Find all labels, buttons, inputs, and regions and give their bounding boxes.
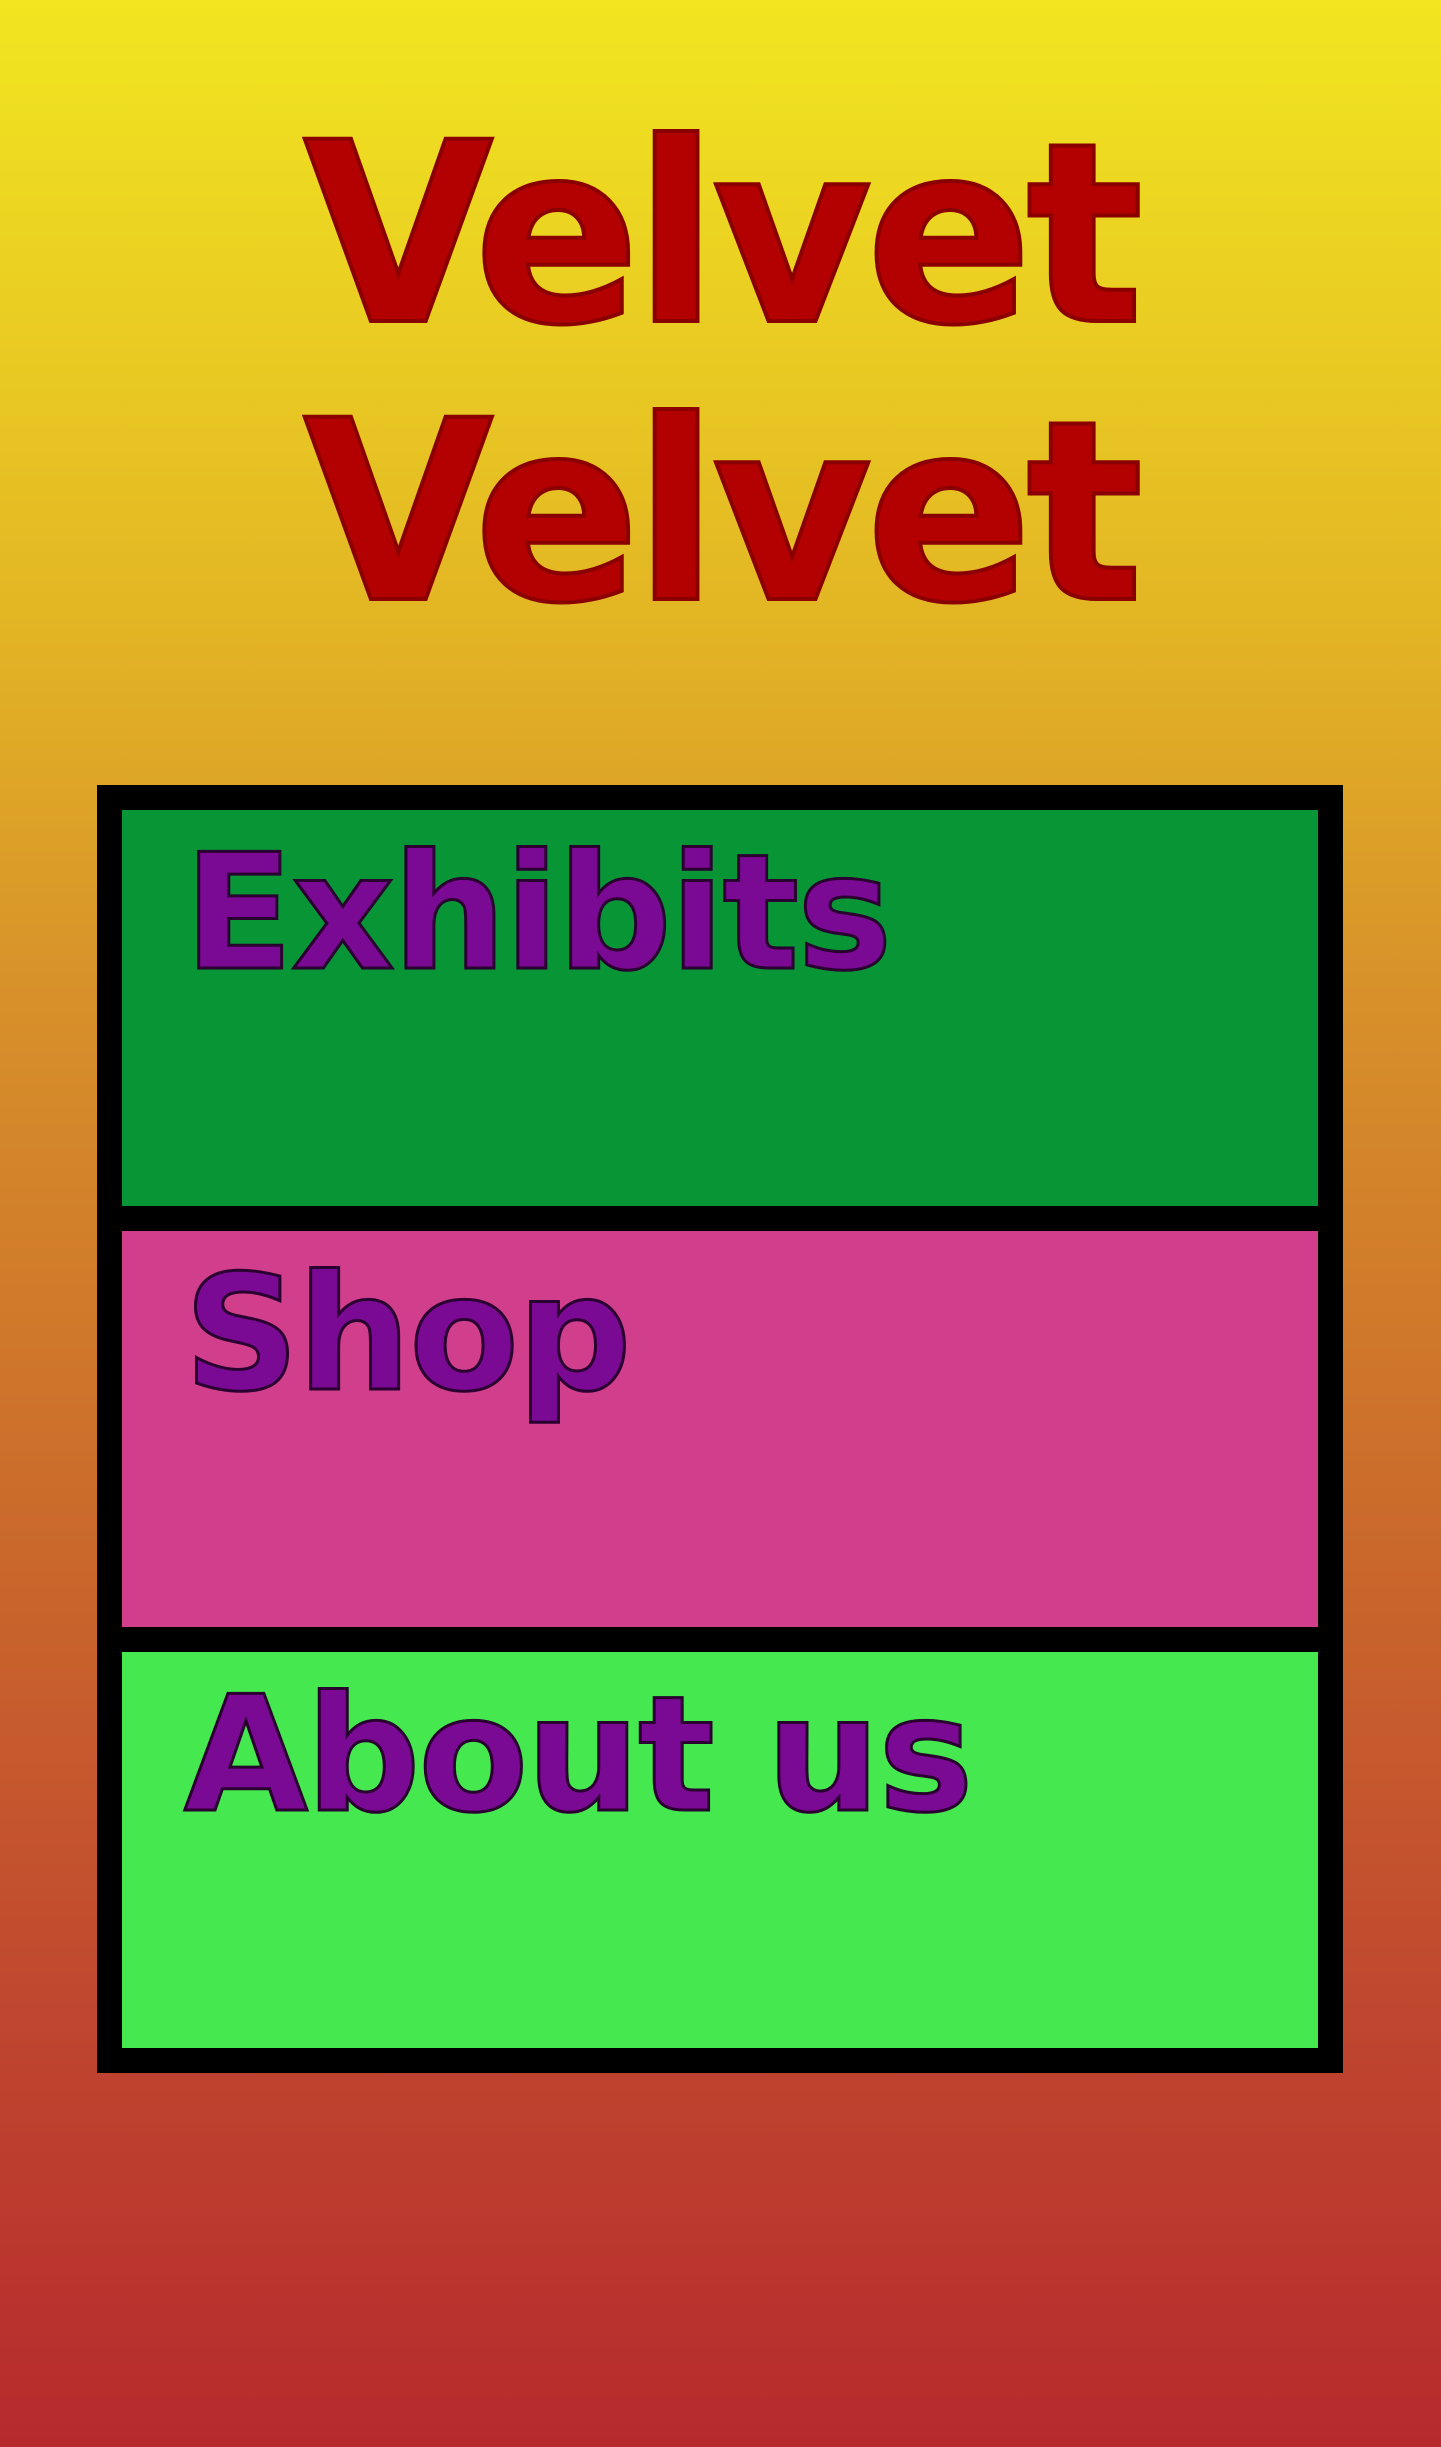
menu-item-label: About us xyxy=(183,1660,976,1850)
main-menu: Exhibits Shop About us xyxy=(97,785,1343,2073)
menu-item-label: Shop xyxy=(183,1239,634,1429)
menu-item-shop[interactable]: Shop xyxy=(97,1206,1343,1652)
menu-item-label: Exhibits xyxy=(182,818,893,1008)
site-title-line-1: Velvet xyxy=(302,89,1146,380)
menu-item-about-us[interactable]: About us xyxy=(97,1627,1343,2073)
menu-item-exhibits[interactable]: Exhibits xyxy=(97,785,1343,1231)
site-title-line-2: Velvet xyxy=(302,367,1146,658)
